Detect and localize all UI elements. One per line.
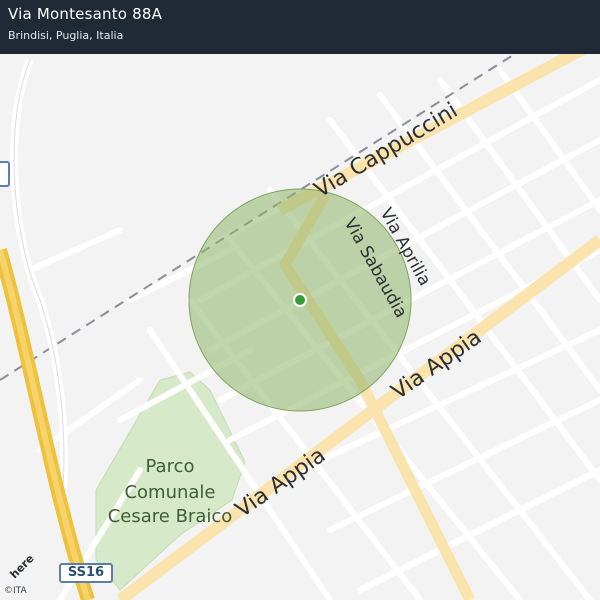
location-header: Via Montesanto 88A Brindisi, Puglia, Ita… [0, 0, 600, 54]
park-label-line1: Parco [146, 456, 195, 477]
address-subtitle: Brindisi, Puglia, Italia [8, 29, 124, 42]
map-canvas[interactable]: Via Cappuccini Via Aprilia Via Sabaudia … [0, 0, 600, 600]
park-label-line2: Comunale [124, 482, 215, 503]
road-shield-ss16: SS16 [59, 563, 113, 583]
map-copyright: ©ITA [4, 586, 27, 596]
road-shield-icon [0, 161, 10, 187]
park-label-line3: Cesare Braico [108, 506, 233, 527]
address-title: Via Montesanto 88A [8, 5, 163, 23]
road-shield-label: SS16 [67, 565, 105, 580]
